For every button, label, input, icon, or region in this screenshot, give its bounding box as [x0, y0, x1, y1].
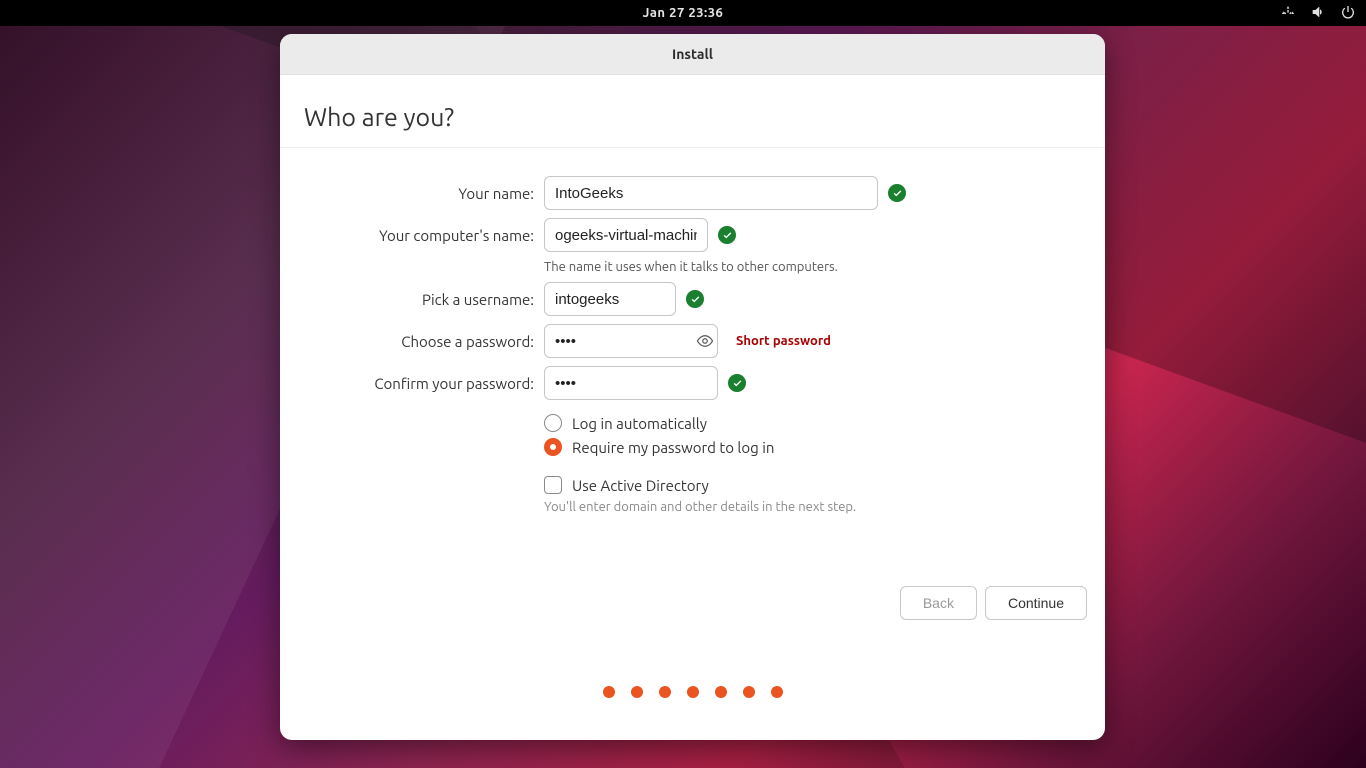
progress-dot — [687, 686, 699, 698]
radio-icon — [544, 438, 562, 456]
radio-login-password-label: Require my password to log in — [572, 439, 774, 456]
progress-dot — [631, 686, 643, 698]
system-tray[interactable] — [1280, 4, 1356, 23]
computer-name-help: The name it uses when it talks to other … — [544, 260, 1083, 274]
password-input[interactable] — [544, 324, 718, 358]
computer-name-input[interactable] — [544, 218, 708, 252]
nav-buttons: Back Continue — [900, 586, 1087, 620]
active-directory-help: You'll enter domain and other details in… — [544, 500, 1083, 514]
progress-dot — [659, 686, 671, 698]
progress-dot — [715, 686, 727, 698]
label-username: Pick a username: — [302, 291, 534, 308]
progress-dot — [743, 686, 755, 698]
radio-icon — [544, 414, 562, 432]
check-icon — [888, 184, 906, 202]
label-confirm: Confirm your password: — [302, 375, 534, 392]
gnome-top-bar: Jan 27 23:36 — [0, 0, 1366, 26]
confirm-password-input[interactable] — [544, 366, 718, 400]
password-strength: Short password — [736, 334, 831, 348]
username-input[interactable] — [544, 282, 676, 316]
window-title: Install — [280, 34, 1105, 75]
volume-icon[interactable] — [1310, 4, 1326, 23]
label-computer-name: Your computer's name: — [302, 227, 534, 244]
label-your-name: Your name: — [302, 185, 534, 202]
user-setup-form: Your name: Your computer's name: The nam… — [302, 176, 1083, 514]
check-icon — [686, 290, 704, 308]
your-name-input[interactable] — [544, 176, 878, 210]
radio-login-auto-label: Log in automatically — [572, 415, 707, 432]
label-password: Choose a password: — [302, 333, 534, 350]
check-icon — [728, 374, 746, 392]
radio-login-auto[interactable]: Log in automatically — [544, 414, 1083, 432]
window-title-text: Install — [672, 46, 713, 62]
progress-dots — [280, 686, 1105, 698]
page-heading: Who are you? — [302, 103, 1083, 131]
installer-window: Install Who are you? Your name: Your com… — [280, 34, 1105, 740]
check-icon — [718, 226, 736, 244]
divider — [280, 147, 1105, 148]
progress-dot — [771, 686, 783, 698]
show-password-icon[interactable] — [694, 330, 716, 352]
clock[interactable]: Jan 27 23:36 — [643, 6, 724, 20]
installer-content: Who are you? Your name: Your computer's … — [280, 75, 1105, 740]
radio-login-password[interactable]: Require my password to log in — [544, 438, 1083, 456]
progress-dot — [603, 686, 615, 698]
continue-button[interactable]: Continue — [985, 586, 1087, 620]
checkbox-icon — [544, 476, 562, 494]
power-icon[interactable] — [1340, 4, 1356, 23]
network-icon[interactable] — [1280, 4, 1296, 23]
checkbox-active-directory-label: Use Active Directory — [572, 477, 709, 494]
checkbox-active-directory[interactable]: Use Active Directory — [544, 476, 1083, 494]
back-button[interactable]: Back — [900, 586, 977, 620]
